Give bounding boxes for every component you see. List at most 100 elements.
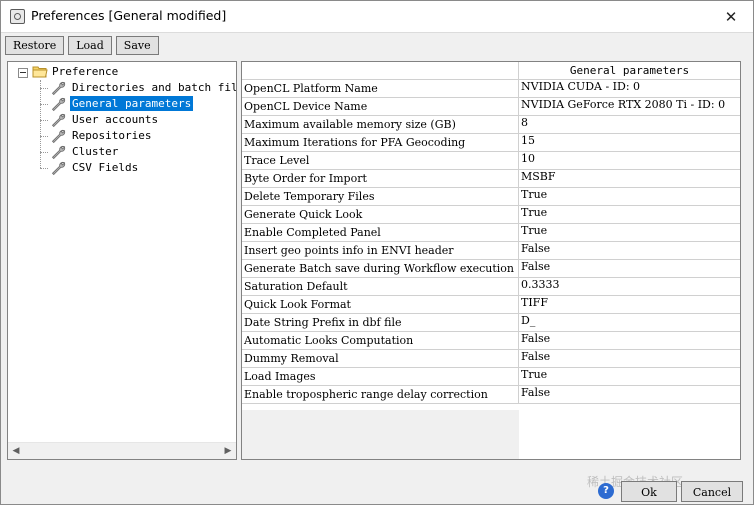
table-row: Date String Prefix in dbf file D_ (242, 314, 740, 332)
parameter-name: Generate Batch save during Workflow exec… (242, 260, 519, 278)
parameter-value[interactable]: False (519, 386, 740, 404)
dialog-footer: 稀土掘金技术社区 ? Ok Cancel (1, 465, 753, 504)
tree-item-label: Repositories (72, 129, 152, 142)
tree-connector (40, 152, 48, 153)
table-row: Maximum available memory size (GB) 8 (242, 116, 740, 134)
parameter-value[interactable]: NVIDIA CUDA - ID: 0 (519, 80, 740, 98)
grid-header: General parameters (242, 62, 740, 80)
parameter-value[interactable]: False (519, 242, 740, 260)
tree-horizontal-scrollbar[interactable]: ◀ ▶ (8, 442, 236, 459)
table-row: OpenCL Platform Name NVIDIA CUDA - ID: 0 (242, 80, 740, 98)
table-row: Automatic Looks Computation False (242, 332, 740, 350)
grid-header-title: General parameters (519, 62, 740, 80)
parameter-value[interactable]: False (519, 350, 740, 368)
tree-content: Preference Directories and batch file m … (8, 62, 236, 443)
grid-header-key-column (242, 62, 519, 80)
table-row: OpenCL Device Name NVIDIA GeForce RTX 208… (242, 98, 740, 116)
tree-item-directories[interactable]: Directories and batch file m (40, 80, 237, 96)
tree-item-label: User accounts (72, 113, 159, 126)
parameter-name: Dummy Removal (242, 350, 519, 368)
table-row: Trace Level 10 (242, 152, 740, 170)
tree-connector (40, 168, 48, 169)
grid-empty-area (242, 410, 519, 459)
parameter-name: Enable tropospheric range delay correcti… (242, 386, 519, 404)
table-row: Quick Look Format TIFF (242, 296, 740, 314)
tree-connector (40, 136, 48, 137)
table-row: Load Images True (242, 368, 740, 386)
parameter-name: Byte Order for Import (242, 170, 519, 188)
grid-rows: OpenCL Platform Name NVIDIA CUDA - ID: 0O… (242, 80, 740, 404)
wrench-icon (51, 145, 66, 160)
table-row: Enable Completed Panel True (242, 224, 740, 242)
parameter-name: Generate Quick Look (242, 206, 519, 224)
parameter-value[interactable]: True (519, 188, 740, 206)
parameter-name: Load Images (242, 368, 519, 386)
parameter-value[interactable]: True (519, 224, 740, 242)
grid-empty-area (519, 410, 740, 459)
parameters-grid: General parameters OpenCL Platform Name N… (241, 61, 741, 460)
collapse-toggle[interactable] (18, 68, 28, 78)
parameter-value[interactable]: 10 (519, 152, 740, 170)
restore-button[interactable]: Restore (5, 36, 65, 55)
help-icon[interactable]: ? (598, 483, 614, 499)
parameter-name: Enable Completed Panel (242, 224, 519, 242)
parameter-name: Saturation Default (242, 278, 519, 296)
wrench-icon (51, 161, 66, 176)
parameter-name: Delete Temporary Files (242, 188, 519, 206)
tree-connector (40, 120, 48, 121)
parameter-name: OpenCL Device Name (242, 98, 519, 116)
ok-button[interactable]: Ok (621, 481, 677, 502)
save-button[interactable]: Save (115, 36, 159, 55)
tree-root-preference[interactable]: Preference (52, 64, 118, 79)
table-row: Generate Quick Look True (242, 206, 740, 224)
wrench-icon (51, 129, 66, 144)
tree-item-general-parameters[interactable]: General parameters (40, 96, 236, 112)
wrench-icon (51, 113, 66, 128)
window-title: Preferences [General modified] (31, 8, 227, 23)
tree-connector (40, 88, 48, 89)
scroll-left-icon[interactable]: ◀ (8, 443, 24, 459)
close-button[interactable]: ✕ (709, 1, 753, 32)
table-row: Enable tropospheric range delay correcti… (242, 386, 740, 404)
folder-open-icon (32, 66, 48, 78)
parameter-value[interactable]: False (519, 332, 740, 350)
tree-item-repositories[interactable]: Repositories (40, 128, 236, 144)
table-row: Byte Order for Import MSBF (242, 170, 740, 188)
tree-item-csv-fields[interactable]: CSV Fields (40, 160, 236, 176)
parameter-value[interactable]: False (519, 260, 740, 278)
preferences-window: Preferences [General modified] ✕ Restore… (0, 0, 754, 505)
parameter-value[interactable]: D_ (519, 314, 740, 332)
parameter-value[interactable]: 8 (519, 116, 740, 134)
tree-connector (40, 104, 48, 105)
tree-item-label: Cluster (72, 145, 119, 158)
wrench-icon (51, 97, 66, 112)
parameter-value[interactable]: TIFF (519, 296, 740, 314)
parameter-value[interactable]: MSBF (519, 170, 740, 188)
tree-item-cluster[interactable]: Cluster (40, 144, 236, 160)
app-icon (10, 9, 25, 24)
table-row: Delete Temporary Files True (242, 188, 740, 206)
table-row: Maximum Iterations for PFA Geocoding 15 (242, 134, 740, 152)
parameter-name: Trace Level (242, 152, 519, 170)
table-row: Insert geo points info in ENVI header Fal… (242, 242, 740, 260)
cancel-button[interactable]: Cancel (681, 481, 743, 502)
parameter-name: OpenCL Platform Name (242, 80, 519, 98)
parameter-value[interactable]: 0.3333 (519, 278, 740, 296)
parameter-value[interactable]: True (519, 206, 740, 224)
parameter-name: Insert geo points info in ENVI header (242, 242, 519, 260)
load-button[interactable]: Load (68, 36, 112, 55)
parameter-name: Quick Look Format (242, 296, 519, 314)
parameter-value[interactable]: True (519, 368, 740, 386)
table-row: Saturation Default 0.3333 (242, 278, 740, 296)
parameter-value[interactable]: NVIDIA GeForce RTX 2080 Ti - ID: 0 (519, 98, 740, 116)
toolbar: Restore Load Save (5, 36, 159, 56)
tree-item-label: Directories and batch file m (72, 81, 237, 94)
tree-item-label: General parameters (70, 96, 194, 111)
tree-item-label: CSV Fields (72, 161, 139, 174)
scroll-right-icon[interactable]: ▶ (220, 443, 236, 459)
table-row: Dummy Removal False (242, 350, 740, 368)
parameter-value[interactable]: 15 (519, 134, 740, 152)
parameter-name: Date String Prefix in dbf file (242, 314, 519, 332)
parameter-name: Maximum available memory size (GB) (242, 116, 519, 134)
tree-item-user-accounts[interactable]: User accounts (40, 112, 236, 128)
